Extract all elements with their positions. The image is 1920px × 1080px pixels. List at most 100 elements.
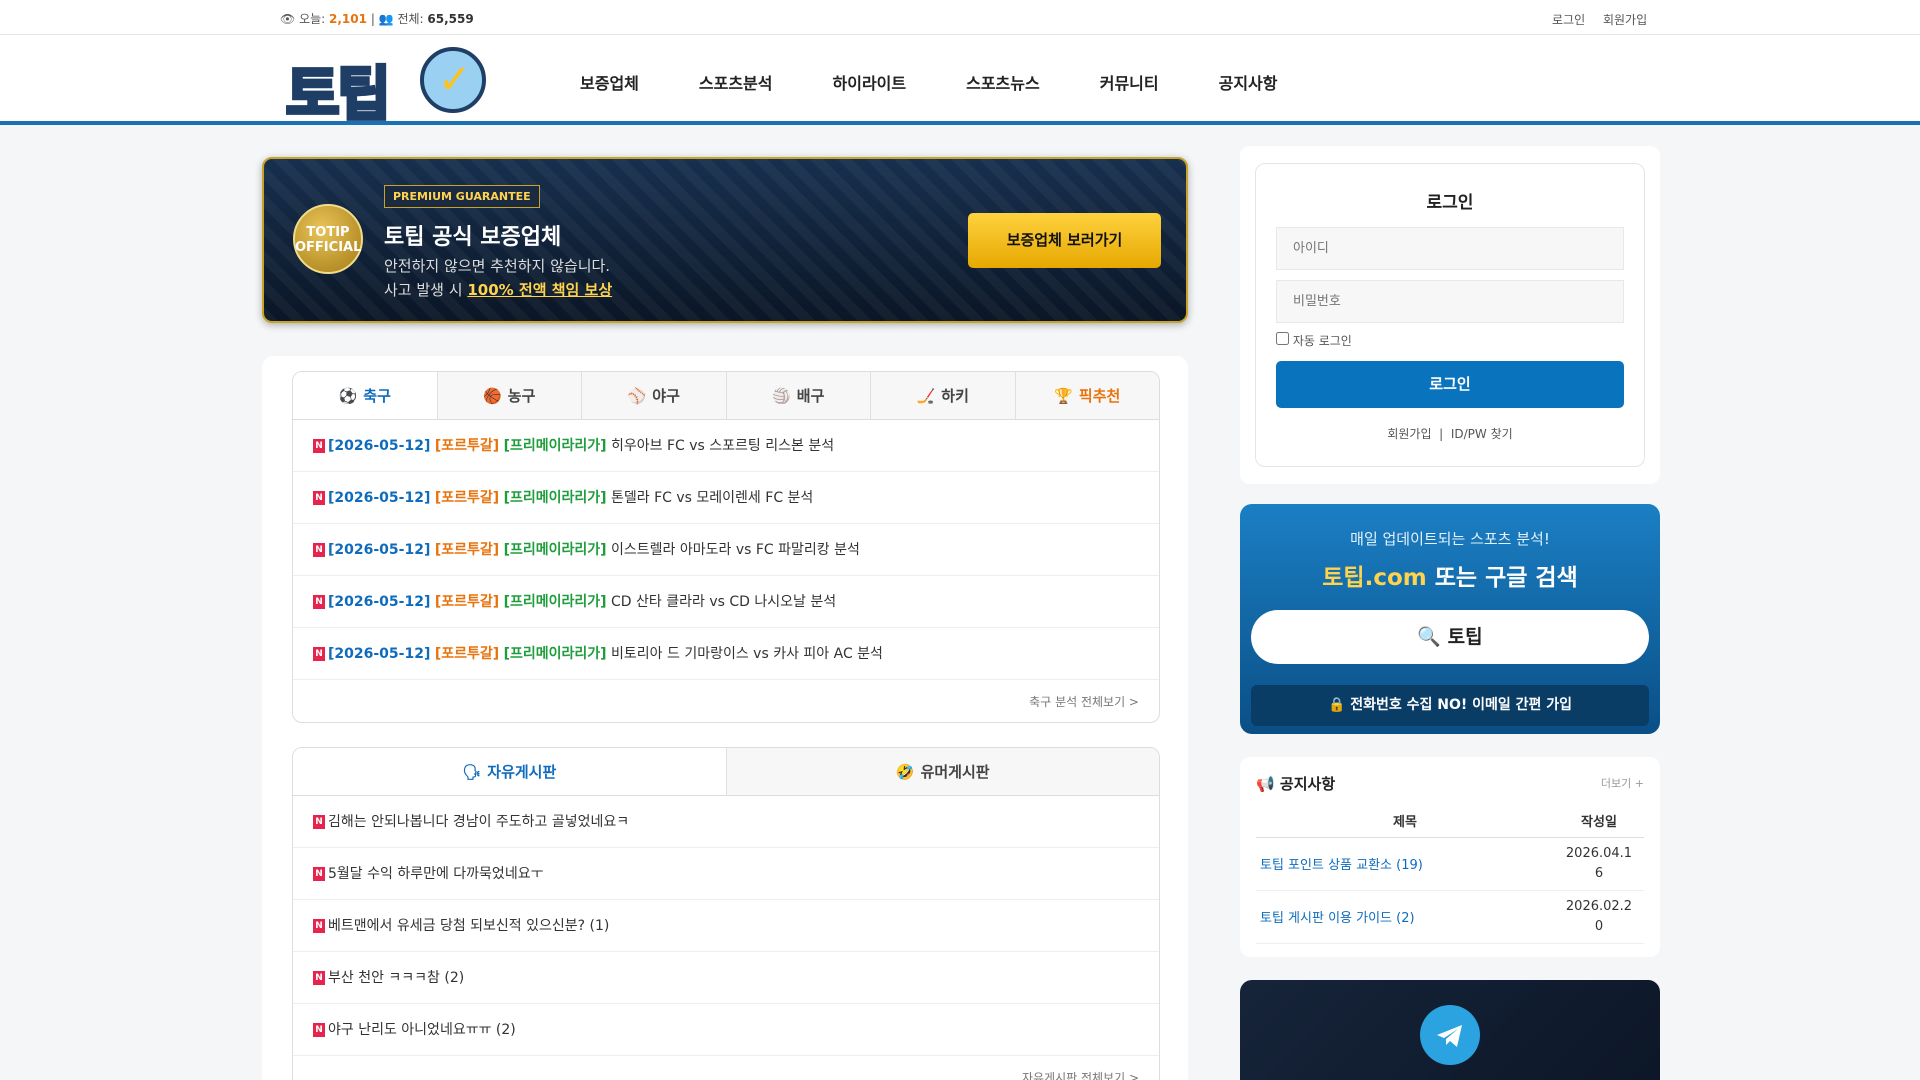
tab-pick[interactable]: 🏆 픽추천: [1016, 372, 1160, 419]
top-signup-link[interactable]: 회원가입: [1603, 13, 1647, 27]
new-badge: N: [313, 971, 325, 985]
post-league: [프리메이라리가]: [503, 490, 607, 506]
site-logo[interactable]: 토팁 ✓: [284, 43, 492, 130]
tab-volleyball[interactable]: 🏐 배구: [727, 372, 871, 419]
post-title: 비토리아 드 기마랑이스 vs 카사 피아 AC 분석: [611, 646, 883, 662]
nav-sports-analysis[interactable]: 스포츠분석: [699, 70, 773, 94]
nav-guarantee[interactable]: 보증업체: [580, 70, 639, 94]
list-item[interactable]: N [2026-05-12] [포르투갈] [프리메이라리가] 이스트렐라 아마도…: [293, 524, 1159, 576]
new-badge: N: [313, 491, 325, 505]
notice-row-date: 2026.02.2 0: [1554, 890, 1644, 944]
login-button[interactable]: 로그인: [1276, 361, 1624, 408]
list-item[interactable]: N [2026-05-12] [포르투갈] [프리메이라리가] 비토리아 드 기마…: [293, 628, 1159, 680]
nav-highlight[interactable]: 하이라이트: [833, 70, 907, 94]
promo-search-button[interactable]: 🔍 토팁: [1251, 610, 1649, 664]
nav-sports-news[interactable]: 스포츠뉴스: [966, 70, 1040, 94]
post-country: [포르투갈]: [434, 594, 500, 610]
tab-hockey[interactable]: 🏒 하키: [871, 372, 1016, 419]
date-line1: 2026.02.2: [1565, 898, 1633, 914]
notice-table-header: 제목 작성일: [1256, 805, 1644, 838]
list-item[interactable]: N 부산 천안 ㅋㅋㅋ참 (2): [293, 952, 1159, 1004]
top-login-link[interactable]: 로그인: [1552, 13, 1585, 27]
tab-soccer[interactable]: ⚽ 축구: [293, 372, 438, 419]
list-item[interactable]: N 김해는 안되나봅니다 경남이 주도하고 골넣었네요ㅋ: [293, 796, 1159, 848]
post-date: [2026-05-12]: [328, 646, 431, 662]
soccer-icon: ⚽: [338, 387, 358, 405]
search-icon: 🔍: [1417, 626, 1442, 648]
hockey-icon: 🏒: [916, 387, 936, 405]
post-title: 히우아브 FC vs 스포르팅 리스본 분석: [611, 438, 835, 454]
notice-row-title[interactable]: 토팁 게시판 이용 가이드 (2): [1256, 890, 1554, 944]
list-item[interactable]: N 베트맨에서 유세금 당첨 되보신적 있으신분? (1): [293, 900, 1159, 952]
board-tabs: 🗣 자유게시판 🤣 유머게시판: [293, 748, 1159, 796]
logo-check-badge: ✓: [420, 47, 486, 113]
tab-humor-board[interactable]: 🤣 유머게시판: [727, 748, 1160, 795]
post-league: [프리메이라리가]: [503, 438, 607, 454]
post-title: CD 산타 클라라 vs CD 나시오날 분석: [611, 594, 837, 610]
auto-login-checkbox[interactable]: [1276, 332, 1289, 345]
post-title: 부산 천안 ㅋㅋㅋ참 (2): [328, 970, 465, 986]
email-join-button[interactable]: 🔒 전화번호 수집 NO! 이메일 간편 가입: [1251, 685, 1649, 726]
post-title: 베트맨에서 유세금 당첨 되보신적 있으신분? (1): [328, 918, 610, 934]
auto-login[interactable]: 자동 로그인: [1276, 332, 1352, 349]
list-item[interactable]: N [2026-05-12] [포르투갈] [프리메이라리가] 톤델라 FC vs…: [293, 472, 1159, 524]
stats-separator: |: [370, 12, 375, 26]
post-league: [프리메이라리가]: [503, 646, 607, 662]
tab-baseball[interactable]: ⚾ 야구: [582, 372, 727, 419]
top-bar: 👁 오늘: 2,101 | 👥 전체: 65,559 로그인 회원가입: [0, 0, 1920, 35]
sublink-divider: |: [1439, 427, 1444, 441]
promo-line2: 토팁.com 또는 구글 검색: [1240, 558, 1660, 592]
username-input[interactable]: [1276, 227, 1624, 270]
tab-basketball[interactable]: 🏀 농구: [438, 372, 582, 419]
list-item[interactable]: N 야구 난리도 아니었네요ㅠㅠ (2): [293, 1004, 1159, 1056]
list-item[interactable]: N 5월달 수익 하루만에 다까묵었네요ㅜ: [293, 848, 1159, 900]
post-title: 김해는 안되나봅니다 경남이 주도하고 골넣었네요ㅋ: [328, 814, 630, 830]
list-item[interactable]: N [2026-05-12] [포르투갈] [프리메이라리가] CD 산타 클라라…: [293, 576, 1159, 628]
table-row[interactable]: 토팁 게시판 이용 가이드 (2) 2026.02.2 0: [1256, 890, 1644, 944]
telegram-button[interactable]: [1420, 1005, 1480, 1065]
analysis-more-link[interactable]: 축구 분석 전체보기 >: [293, 680, 1159, 722]
notice-row-title[interactable]: 토팁 포인트 상품 교환소 (19): [1256, 837, 1554, 891]
speaking-head-icon: 🗣: [462, 763, 482, 781]
promo-line2-rest: 또는 구글 검색: [1434, 565, 1578, 591]
tab-label: 배구: [796, 387, 825, 405]
tab-free-board[interactable]: 🗣 자유게시판: [293, 748, 727, 795]
banner-sub2-prefix: 사고 발생 시: [384, 281, 463, 299]
view-guarantee-button[interactable]: 보증업체 보러가기: [968, 213, 1161, 268]
logo-text: 토팁: [284, 58, 393, 130]
post-date: [2026-05-12]: [328, 438, 431, 454]
password-input[interactable]: [1276, 280, 1624, 323]
seal-line1: TOTIP: [306, 225, 350, 240]
col-title: 제목: [1256, 805, 1554, 838]
notice-more-link[interactable]: 더보기 +: [1601, 775, 1644, 791]
board-list: N 김해는 안되나봅니다 경남이 주도하고 골넣었네요ㅋ N 5월달 수익 하루만에…: [293, 796, 1159, 1056]
find-account-link[interactable]: ID/PW 찾기: [1451, 427, 1513, 441]
tab-label: 농구: [507, 387, 536, 405]
post-league: [프리메이라리가]: [503, 542, 607, 558]
megaphone-icon: 📢: [1256, 775, 1275, 793]
seal-line2: OFFICIAL: [295, 240, 362, 255]
nav-community[interactable]: 커뮤니티: [1100, 70, 1159, 94]
notice-widget: 📢 공지사항 더보기 + 제목 작성일 토팁 포인트 상품 교환소 (19) 2…: [1240, 757, 1660, 957]
new-badge: N: [313, 543, 325, 557]
post-date: [2026-05-12]: [328, 542, 431, 558]
baseball-icon: ⚾: [627, 387, 647, 405]
laughing-face-icon: 🤣: [895, 763, 915, 781]
nav-notice[interactable]: 공지사항: [1219, 70, 1278, 94]
main-content: ⚽ 축구 🏀 농구 ⚾ 야구 🏐 배구 🏒 하키 🏆 픽추천 N [2026-05-12] […: [262, 356, 1188, 1080]
notice-row-date: 2026.04.1 6: [1554, 837, 1644, 891]
post-country: [포르투갈]: [434, 542, 500, 558]
promo-domain: 토팁.com: [1322, 565, 1427, 591]
list-item[interactable]: N [2026-05-12] [포르투갈] [프리메이라리가] 히우아브 FC v…: [293, 420, 1159, 472]
post-title: 5월달 수익 하루만에 다까묵었네요ㅜ: [328, 866, 544, 882]
board-card: 🗣 자유게시판 🤣 유머게시판 N 김해는 안되나봅니다 경남이 주도하고 골넣었네요…: [292, 747, 1160, 1080]
email-join-text: 전화번호 수집 NO! 이메일 간편 가입: [1350, 697, 1573, 713]
banner-highlight: 100% 전액 책임 보상: [467, 281, 613, 299]
trophy-icon: 🏆: [1054, 387, 1073, 405]
tab-label: 자유게시판: [487, 763, 557, 781]
notice-header: 📢 공지사항: [1256, 773, 1335, 794]
board-more-link[interactable]: 자유게시판 전체보기 >: [293, 1056, 1159, 1080]
signup-link[interactable]: 회원가입: [1387, 427, 1431, 441]
tab-label: 하키: [941, 387, 969, 405]
table-row[interactable]: 토팁 포인트 상품 교환소 (19) 2026.04.1 6: [1256, 837, 1644, 891]
